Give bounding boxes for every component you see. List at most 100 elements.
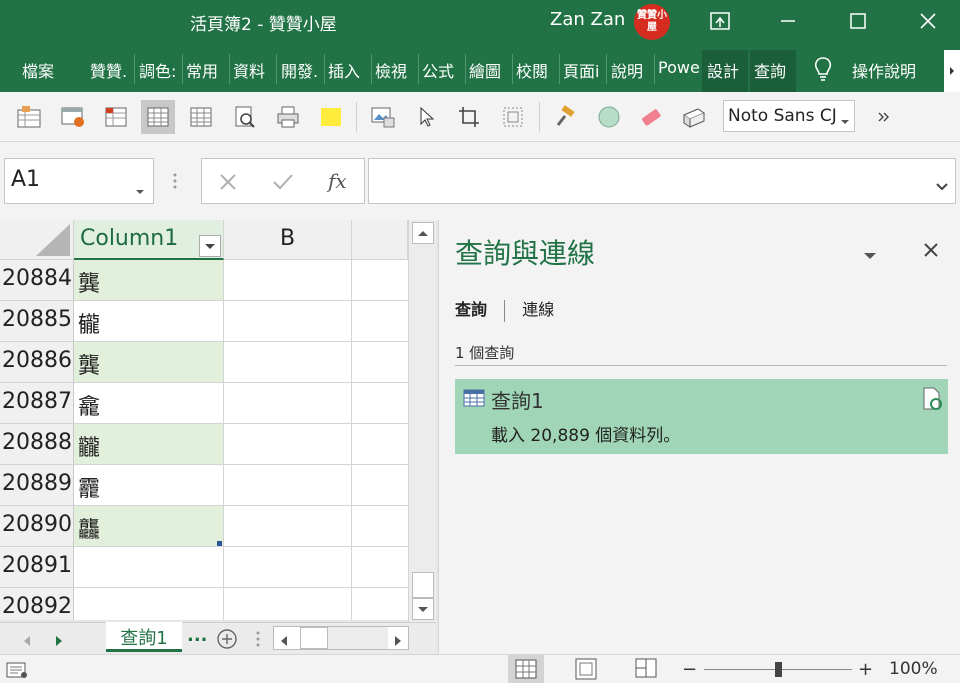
row-header[interactable]: 20891 [0, 547, 74, 588]
table-cell[interactable] [352, 383, 408, 424]
minimize-icon[interactable] [768, 6, 808, 36]
table-cell[interactable] [352, 424, 408, 465]
add-sheet-icon[interactable] [216, 628, 238, 654]
ribbon-display-options-icon[interactable] [700, 6, 740, 36]
font-name-select[interactable]: Noto Sans CJ [723, 100, 855, 132]
table-cell[interactable] [352, 506, 408, 547]
table-cell[interactable]: 龔 [74, 342, 224, 383]
highlight-fill-icon[interactable] [314, 100, 348, 134]
scroll-left-icon[interactable] [279, 632, 289, 651]
table-cell[interactable]: 龓 [74, 301, 224, 342]
table-cell[interactable] [74, 588, 224, 620]
tell-me-search[interactable]: 操作說明 [852, 58, 916, 82]
group-objects-icon[interactable] [496, 100, 530, 134]
table-cell[interactable] [352, 260, 408, 301]
table-cell[interactable]: 龖 [74, 424, 224, 465]
table-cell[interactable] [352, 588, 408, 620]
table-cell[interactable] [224, 465, 352, 506]
table-properties-icon[interactable] [12, 100, 46, 134]
maximize-icon[interactable] [838, 6, 878, 36]
page-break-view-button[interactable] [628, 655, 664, 683]
3d-shape-icon[interactable] [677, 100, 711, 134]
tab-connections[interactable]: 連線 [522, 300, 554, 319]
sheet-bar-grip-icon[interactable] [255, 630, 261, 652]
macro-recording-icon[interactable] [6, 661, 28, 683]
column-header-a[interactable]: Column1 [74, 220, 224, 260]
normal-view-button[interactable] [508, 655, 544, 683]
table-cell[interactable]: 龔 [74, 260, 224, 301]
print-icon[interactable] [271, 100, 305, 134]
tab-review[interactable]: 校閱 [516, 58, 556, 82]
refresh-query-icon[interactable] [921, 387, 943, 415]
row-header[interactable]: 20892 [0, 588, 74, 620]
pane-options-icon[interactable] [863, 246, 877, 265]
query-item[interactable]: 查詢1 載入 20,889 個資料列。 [455, 379, 948, 454]
table-cell[interactable]: 龕 [74, 383, 224, 424]
table-resize-handle[interactable] [217, 541, 222, 546]
table-cell[interactable]: 龗 [74, 465, 224, 506]
page-layout-view-button[interactable] [568, 655, 604, 683]
horizontal-scrollbar[interactable] [273, 626, 409, 650]
horizontal-scroll-thumb[interactable] [300, 627, 328, 649]
tab-view[interactable]: 檢視 [375, 58, 415, 82]
horizontal-scroll-track[interactable] [328, 627, 388, 649]
table-cell[interactable] [224, 424, 352, 465]
column-header-b[interactable]: B [224, 220, 352, 260]
table-cell[interactable] [224, 301, 352, 342]
row-header[interactable]: 20889 [0, 465, 74, 506]
format-painter-icon[interactable] [548, 100, 582, 134]
row-header[interactable]: 20890 [0, 506, 74, 547]
tab-help[interactable]: 說明 [611, 58, 651, 82]
table-cell[interactable] [352, 342, 408, 383]
scroll-down-button[interactable] [412, 598, 434, 620]
worksheet-grid[interactable]: Column1 B 20884 龔 20885 龓 20886 龔 20887 … [0, 220, 408, 620]
tab-query[interactable]: 查詢 [750, 50, 796, 92]
more-sheets-button[interactable]: ... [187, 625, 208, 646]
more-commands-icon[interactable] [866, 100, 900, 134]
avatar[interactable]: 贊贊小屋 [634, 4, 670, 40]
name-box[interactable]: A1 [4, 158, 154, 204]
close-window-icon[interactable] [908, 6, 948, 36]
table-cell[interactable]: 龘 [74, 506, 224, 547]
close-pane-icon[interactable] [923, 242, 939, 262]
oval-shape-icon[interactable] [592, 100, 626, 134]
tab-queries[interactable]: 查詢 [455, 300, 487, 319]
select-pointer-icon[interactable] [410, 100, 444, 134]
row-header[interactable]: 20886 [0, 342, 74, 383]
table-cell[interactable] [224, 260, 352, 301]
row-header[interactable]: 20885 [0, 301, 74, 342]
insert-table-icon[interactable] [99, 100, 133, 134]
scroll-right-icon[interactable] [393, 632, 403, 651]
table-cell[interactable] [74, 547, 224, 588]
zoom-in-button[interactable]: + [858, 659, 873, 680]
chevron-down-icon[interactable] [135, 177, 145, 202]
enter-check-icon[interactable] [272, 172, 294, 196]
table-cell[interactable] [224, 588, 352, 620]
tab-draw[interactable]: 繪圖 [469, 58, 509, 82]
table-cell[interactable] [352, 465, 408, 506]
expand-formula-bar-icon[interactable] [935, 177, 949, 196]
vertical-scrollbar[interactable] [408, 220, 436, 622]
zoom-out-button[interactable]: − [682, 659, 697, 680]
table-cell[interactable] [352, 547, 408, 588]
tab-page-layout[interactable]: 頁面i [563, 58, 603, 82]
crop-icon[interactable] [452, 100, 486, 134]
tab-palette[interactable]: 調色: [139, 58, 179, 82]
tab-home[interactable]: 常用 [186, 58, 226, 82]
tab-zanzan[interactable]: 贊贊. [90, 58, 130, 82]
scroll-thumb[interactable] [412, 572, 434, 598]
tab-formulas[interactable]: 公式 [422, 58, 462, 82]
tab-file[interactable]: 檔案 [22, 58, 62, 82]
table-cell[interactable] [224, 383, 352, 424]
formula-input[interactable] [368, 158, 956, 204]
tab-design[interactable]: 設計 [702, 50, 748, 92]
table-cell[interactable] [352, 301, 408, 342]
eraser-icon[interactable] [634, 100, 668, 134]
insert-function-button[interactable]: fx [328, 169, 347, 193]
cancel-icon[interactable] [218, 172, 238, 196]
table-grid-icon[interactable] [184, 100, 218, 134]
zoom-slider[interactable] [704, 662, 852, 677]
gridlines-icon[interactable] [141, 100, 175, 134]
row-header[interactable]: 20888 [0, 424, 74, 465]
zoom-slider-thumb[interactable] [775, 662, 782, 677]
